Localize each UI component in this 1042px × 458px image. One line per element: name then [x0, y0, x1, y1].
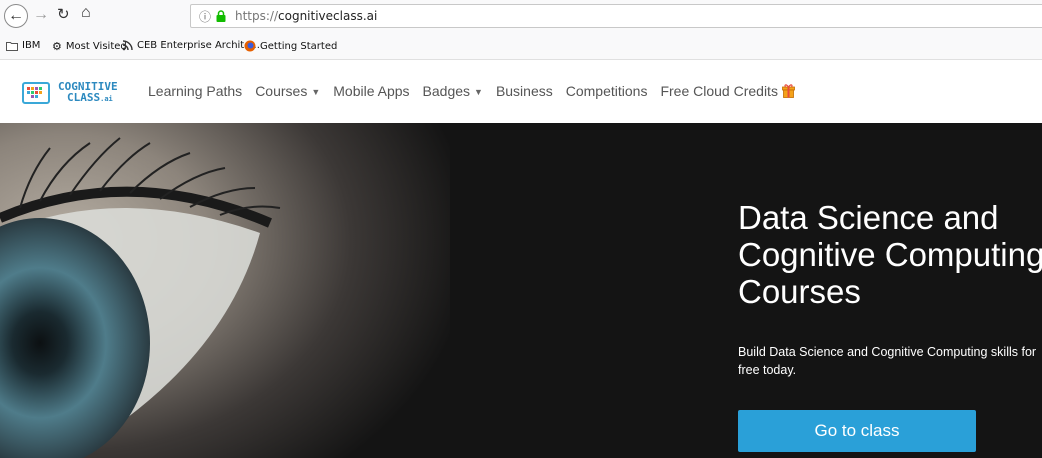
bookmark-label: CEB Enterprise Archite... [137, 40, 260, 51]
caret-down-icon: ▼ [311, 87, 321, 98]
caret-down-icon: ▼ [474, 87, 483, 98]
folder-icon [6, 41, 18, 51]
nav-courses[interactable]: Courses ▼ [255, 83, 320, 99]
nav-mobile-apps[interactable]: Mobile Apps [333, 83, 409, 99]
site-logo[interactable]: COGNITIVE CLASS.ai [22, 81, 120, 108]
logo-text: COGNITIVE CLASS.ai [58, 81, 118, 105]
hero-title: Data Science and Cognitive Computing Cou… [738, 199, 1042, 310]
hero-title-line-2: Cognitive Computing [738, 236, 1042, 273]
forward-button[interactable]: → [33, 6, 49, 24]
reload-icon: ↻ [57, 6, 70, 23]
nav-learning-paths[interactable]: Learning Paths [148, 83, 242, 99]
url-domain: cognitiveclass.ai [278, 9, 378, 23]
logo-class: CLASS [67, 91, 101, 104]
logo-suffix: .ai [100, 95, 113, 103]
eye-photo [0, 123, 450, 458]
nav-badges-label: Badges [422, 83, 471, 99]
nav-business[interactable]: Business [496, 83, 553, 99]
back-arrow-icon: ← [8, 7, 24, 24]
hero-title-line-3: Courses [738, 273, 861, 310]
bookmarks-bar: IBM ⚙ Most Visited CEB Enterprise Archit… [0, 34, 1042, 60]
bookmark-getting-started[interactable]: Getting Started [244, 40, 337, 52]
forward-arrow-icon: → [33, 6, 49, 23]
nav-free-cloud-credits-label: Free Cloud Credits [660, 83, 778, 99]
info-icon[interactable]: ⓘ [199, 8, 211, 25]
reload-button[interactable]: ↻ [57, 5, 70, 23]
bookmark-label: Getting Started [260, 40, 338, 52]
gift-icon [782, 84, 795, 98]
home-icon: ⌂ [81, 4, 91, 21]
nav-badges[interactable]: Badges ▼ [423, 83, 483, 99]
firefox-icon [244, 40, 256, 52]
bookmark-ibm[interactable]: IBM [6, 40, 40, 51]
site-nav: Learning Paths Courses ▼ Mobile Apps Badg… [148, 83, 795, 99]
bookmark-ceb[interactable]: CEB Enterprise Archite... [122, 40, 260, 51]
logo-mark-icon [22, 82, 50, 104]
bookmark-label: Most Visited [65, 41, 127, 52]
logo-line-2: CLASS.ai [58, 92, 118, 105]
nav-free-cloud-credits[interactable]: Free Cloud Credits [660, 83, 795, 99]
nav-courses-label: Courses [255, 83, 308, 99]
lock-icon [216, 10, 226, 22]
home-button[interactable]: ⌂ [81, 4, 91, 22]
bookmark-label: IBM [22, 40, 41, 51]
gear-icon: ⚙ [52, 40, 62, 53]
url-bar[interactable]: ⓘ https://cognitiveclass.ai [190, 4, 1042, 28]
go-to-class-button[interactable]: Go to class [738, 410, 976, 452]
hero-banner: Data Science and Cognitive Computing Cou… [0, 123, 1042, 458]
browser-toolbar: ← → ↻ ⌂ ⓘ https://cognitiveclass.ai [0, 0, 1042, 34]
nav-competitions[interactable]: Competitions [566, 83, 648, 99]
site-header: COGNITIVE CLASS.ai Learning Paths Course… [0, 60, 1042, 123]
rss-icon [122, 40, 133, 51]
hero-subtitle: Build Data Science and Cognitive Computi… [738, 345, 1037, 377]
back-button[interactable]: ← [4, 4, 28, 28]
bookmark-most-visited[interactable]: ⚙ Most Visited [52, 40, 127, 53]
url-text: https://cognitiveclass.ai [235, 9, 377, 23]
url-scheme: https:// [235, 9, 279, 23]
hero-title-line-1: Data Science and [738, 199, 999, 236]
